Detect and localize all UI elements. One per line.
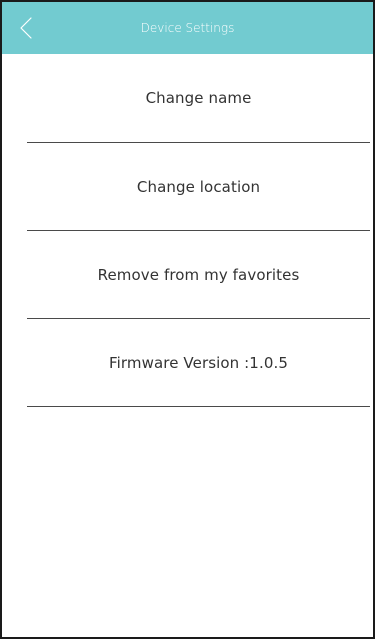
back-button[interactable]	[10, 12, 42, 44]
change-name-item[interactable]: Change name	[27, 54, 370, 143]
chevron-left-icon	[20, 17, 32, 39]
change-location-label: Change location	[136, 177, 261, 196]
top-bar: Device Settings	[2, 2, 373, 54]
page-title: Device Settings	[140, 21, 235, 35]
change-location-item[interactable]: Change location	[27, 143, 370, 231]
remove-favorite-item[interactable]: Remove from my favorites	[27, 231, 370, 319]
change-name-label: Change name	[145, 89, 252, 107]
remove-favorite-label: Remove from my favorites	[97, 265, 300, 284]
firmware-version-label: Firmware Version :1.0.5	[109, 353, 288, 372]
app-screen: Device Settings Change name Change locat…	[0, 0, 375, 639]
firmware-version-item: Firmware Version :1.0.5	[27, 319, 370, 407]
